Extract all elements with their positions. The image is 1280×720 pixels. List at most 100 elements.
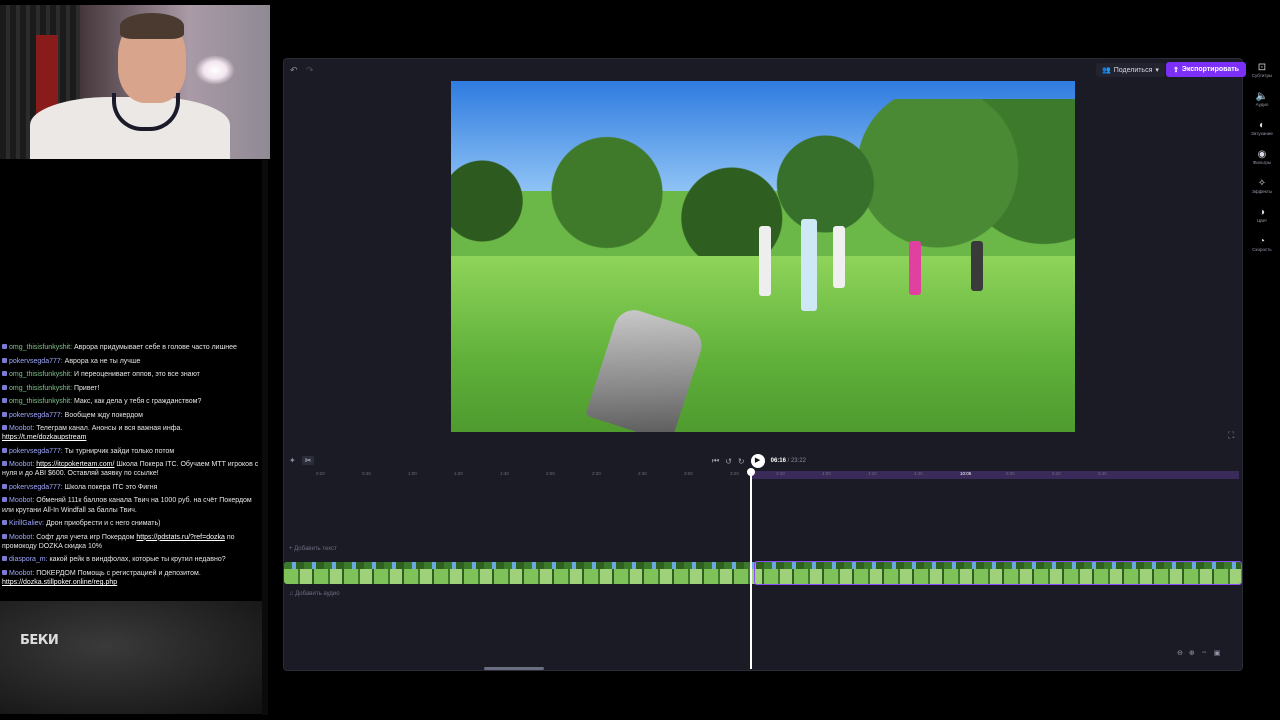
playhead[interactable] [750, 469, 752, 669]
chat-text: Обменяй 111к баллов канала Твич на 1000 … [2, 497, 252, 514]
chat-username[interactable]: pokervsegda777: [9, 358, 65, 365]
sidebar-item-speed[interactable]: ◔ Скорость [1247, 236, 1277, 265]
zoom-out-icon[interactable]: ⊖ [1177, 649, 1183, 657]
badge-icon [2, 425, 7, 430]
sidebar-item-filter[interactable]: ◉ Фильтры [1247, 149, 1277, 178]
wand-icon: ✧ [1257, 178, 1267, 189]
timeline-ruler[interactable]: 0:20 0:40 1:00 1:20 1:40 2:00 2:20 2:40 3:00 3:20… [294, 471, 1239, 479]
chat-link[interactable]: https://dozka.stillpoker.online/reg.php [2, 579, 117, 586]
chat-message: Moobot: ПОКЕРДОМ Помощь с регистрацией и… [0, 569, 262, 587]
chat-username[interactable]: Moobot: [9, 425, 36, 432]
sidebar-item-label: Цвет [1256, 218, 1268, 223]
video-preview[interactable] [451, 81, 1075, 432]
ruler-tick-label: 10:05 [960, 471, 972, 476]
sidebar-item-fade[interactable]: ◐ Затухание [1247, 120, 1277, 149]
fade-icon: ◐ [1258, 120, 1266, 131]
play-button[interactable]: ▶ [750, 454, 765, 468]
export-button[interactable]: ⇧ Экспортировать [1166, 62, 1246, 77]
badge-icon [2, 556, 7, 562]
sidebar-item-speaker[interactable]: 🔈 Аудио [1247, 91, 1277, 120]
badge-icon [2, 461, 7, 467]
chat-username[interactable]: diaspora_m: [9, 556, 49, 563]
redo-icon[interactable]: ↷ [306, 65, 314, 76]
chat-username[interactable]: omg_thisisfunkyshit: [9, 371, 74, 378]
zoom-controls: ⊖ ⊕ ⇔ ▣ [1177, 649, 1220, 657]
chat-username[interactable]: Moobot: [9, 461, 36, 468]
badge-icon [2, 398, 7, 403]
stream-overlay-image: БЕКИ [0, 601, 262, 714]
panel-divider [262, 160, 268, 715]
chat-link[interactable]: https://pdstats.ru/?ref=dozka [136, 534, 225, 541]
chat-text: Софт для учета игр Покердом [36, 533, 137, 541]
ruler-tick-label: 3:00 [684, 471, 693, 476]
chat-username[interactable]: omg_thisisfunkyshit: [9, 398, 74, 405]
chat-text: Телеграм канал. Анонсы и вся важная инфа… [36, 425, 183, 432]
filter-icon: ◉ [1257, 149, 1267, 160]
chat-text: какой рейк в виндфолах, которые ты крути… [49, 556, 226, 564]
sidebar-item-label: Эффекты [1251, 189, 1273, 194]
ruler-tick-label: 3:40 [776, 471, 785, 476]
rewind-icon[interactable]: ↺ [725, 457, 732, 466]
color-icon: ◑ [1258, 207, 1266, 218]
sidebar-item-color[interactable]: ◑ Цвет [1247, 207, 1277, 236]
badge-icon [2, 447, 7, 453]
chat-username[interactable]: omg_thisisfunkyshit: [9, 344, 74, 351]
timeline-tools: ✦ ✂ [289, 456, 315, 465]
chat-username[interactable]: KirillGaliev: [9, 520, 46, 527]
forward-icon[interactable]: ↻ [738, 457, 745, 466]
scissors-icon[interactable]: ✂ [301, 456, 315, 465]
playhead-handle[interactable] [747, 468, 755, 476]
chat-message: Moobot: https://itcpokerteam.com/ Школа … [0, 460, 262, 478]
layout-icon[interactable]: ▣ [1214, 649, 1221, 657]
chat-username[interactable]: pokervsegda777: [9, 484, 65, 491]
sidebar-item-label: Аудио [1255, 102, 1269, 107]
chat-username[interactable]: Moobot: [9, 570, 36, 577]
badge-icon [2, 357, 7, 363]
magic-icon[interactable]: ✦ [289, 456, 296, 465]
speed-icon: ◔ [1258, 236, 1266, 247]
ruler-tick-label: 1:00 [408, 471, 417, 476]
add-audio-track[interactable]: ♫ Добавить аудио [289, 591, 340, 597]
ruler-tick-label: 2:20 [592, 471, 601, 476]
chat-message: pokervsegda777: Ты турнирчик зайди тольк… [0, 447, 262, 456]
add-audio-label: Добавить аудио [295, 591, 340, 597]
webcam-feed [0, 5, 270, 159]
acoustic-foam-red [36, 35, 58, 115]
ruler-tick-label: 4:40 [914, 471, 923, 476]
timeline-scrollbar[interactable] [484, 667, 544, 670]
add-text-track[interactable]: + Добавить текст [289, 546, 337, 552]
fullscreen-icon[interactable]: ⛶ [1228, 430, 1234, 441]
chat-text: Аврора придумывает себе в голове часто л… [73, 344, 237, 351]
fit-icon[interactable]: ⇔ [1201, 649, 1208, 657]
sidebar-item-wand[interactable]: ✧ Эффекты [1247, 178, 1277, 207]
ruler-tick-label: 5:40 [1098, 471, 1107, 476]
skip-back-icon[interactable]: ⏮ [712, 456, 719, 466]
selected-clip[interactable] [754, 561, 1242, 585]
transport-controls: ⏮ ↺ ↻ ▶ 06:16 / 23:22 [712, 454, 806, 468]
chat-link[interactable]: https://itcpokerteam.com/ [36, 461, 114, 468]
zoom-in-icon[interactable]: ⊕ [1189, 649, 1195, 657]
chat-link[interactable]: https://t.me/dozkaupstream [2, 434, 86, 441]
chat-username[interactable]: Moobot: [9, 497, 36, 504]
ruler-tick-label: 5:00 [1006, 471, 1015, 476]
golfer-figure [759, 226, 771, 296]
chat-text: Аврора ха не ты лучше [64, 357, 141, 365]
chat-text: Привет! [73, 384, 100, 392]
sidebar-item-cc[interactable]: ⊡ Субтитры [1247, 62, 1277, 91]
chat-username[interactable]: pokervsegda777: [9, 412, 65, 419]
undo-icon[interactable]: ↶ [290, 65, 298, 76]
badge-icon [2, 411, 7, 417]
editor-sidebar: ⊡ Субтитры 🔈 Аудио ◐ Затухание ◉ Фильтры ✧ Эффект… [1247, 62, 1277, 265]
chat-message: omg_thisisfunkyshit: И переоценивает опп… [0, 370, 262, 379]
golfer-figure [801, 219, 817, 311]
share-button[interactable]: 👥 Поделиться ▾ [1096, 63, 1165, 77]
chat-message: KirillGaliev: Дрон приобрести и с него с… [0, 519, 262, 528]
chat-message: pokervsegda777: Вообщем жду покердом [0, 411, 262, 420]
chat-username[interactable]: Moobot: [9, 534, 36, 541]
video-editor: ↶ ↷ 👥 Поделиться ▾ ⇧ Экспортировать ⛶ ✦ … [283, 58, 1246, 671]
chat-username[interactable]: omg_thisisfunkyshit: [9, 385, 74, 392]
golfer-figure [971, 241, 983, 291]
ruler-tick-label: 1:40 [500, 471, 509, 476]
badge-icon [2, 533, 7, 539]
chat-username[interactable]: pokervsegda777: [9, 448, 65, 455]
